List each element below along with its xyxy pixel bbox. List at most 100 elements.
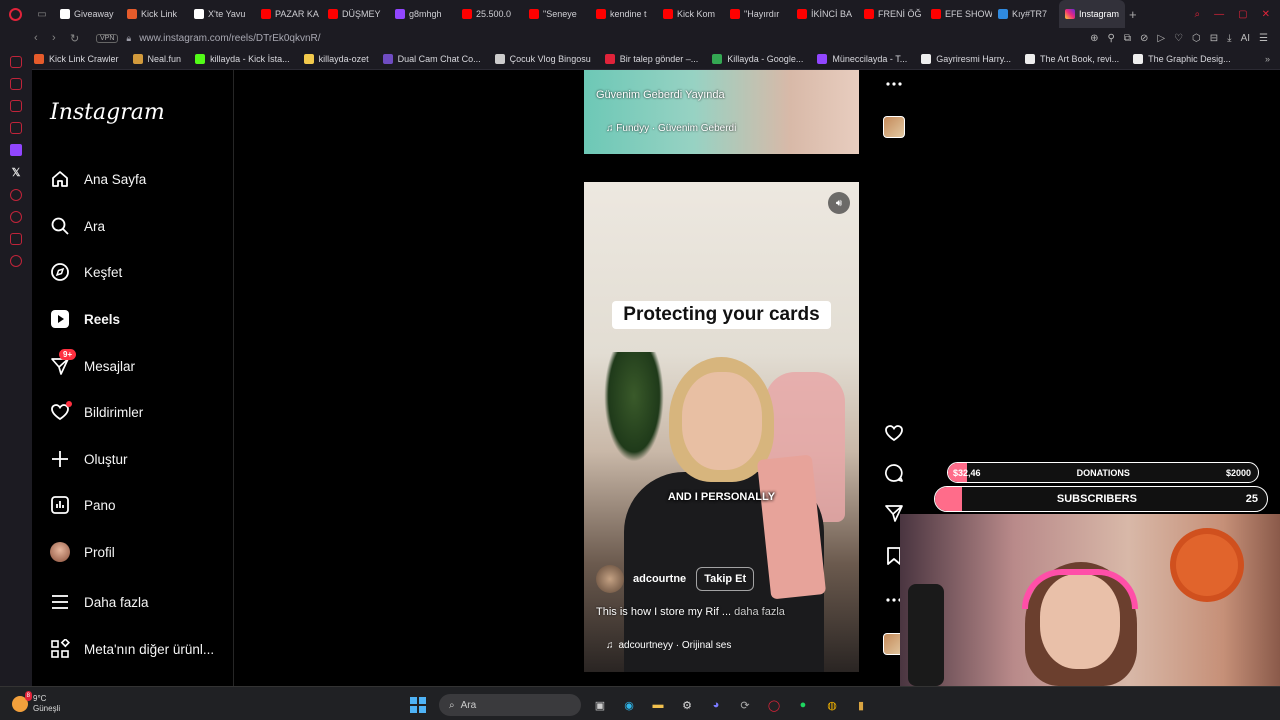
browser-tab[interactable]: kendine t bbox=[590, 0, 657, 28]
nav-reels[interactable]: Reels bbox=[50, 304, 120, 334]
lock-icon[interactable]: 🔒︎ bbox=[126, 33, 131, 44]
browser-tab[interactable]: Kick Link bbox=[121, 0, 188, 28]
snapshot-icon[interactable]: ⧉ bbox=[1124, 33, 1131, 44]
tab-instagram[interactable]: Instagram bbox=[1059, 0, 1126, 28]
browser-tab[interactable]: EFE SHOW bbox=[925, 0, 992, 28]
edge-icon[interactable]: ◉ bbox=[619, 695, 639, 715]
zoom-icon[interactable]: ⊕ bbox=[1090, 33, 1098, 44]
adblock-icon[interactable]: ⊘ bbox=[1140, 33, 1148, 44]
pinboard-sidebar-icon[interactable] bbox=[10, 233, 22, 245]
file-explorer-icon[interactable]: ▬ bbox=[648, 695, 668, 715]
audio-thumbnail[interactable] bbox=[882, 115, 906, 139]
nav-dashboard[interactable]: Pano bbox=[50, 490, 116, 520]
browser-tab[interactable]: Kıy#TR7 bbox=[992, 0, 1059, 28]
aria-ai-button[interactable]: AI bbox=[1241, 33, 1250, 44]
bookmark-item[interactable]: Dual Cam Chat Co... bbox=[382, 53, 481, 64]
more-bookmarks-icon[interactable]: » bbox=[1265, 54, 1270, 64]
browser-tab[interactable]: Giveaway bbox=[54, 0, 121, 28]
speed-dial-icon[interactable] bbox=[10, 56, 22, 68]
wallet-icon[interactable]: ⊟ bbox=[1210, 33, 1218, 44]
comment-icon[interactable] bbox=[882, 461, 906, 485]
mail-sidebar-icon[interactable] bbox=[10, 122, 22, 134]
easy-setup-icon[interactable]: ☰ bbox=[1259, 33, 1268, 44]
player-sidebar-icon[interactable] bbox=[10, 189, 22, 201]
more-link[interactable]: daha fazla bbox=[734, 606, 785, 618]
previous-reel[interactable]: Güvenim Geberdi Yayında ♫ Fundyy · Güven… bbox=[584, 70, 859, 154]
instagram-logo[interactable]: Instagram bbox=[50, 100, 165, 125]
settings-sidebar-icon[interactable] bbox=[10, 255, 22, 267]
extensions-icon[interactable]: ⬡ bbox=[1192, 33, 1201, 44]
author-avatar[interactable] bbox=[596, 565, 624, 593]
nav-search[interactable]: Ara bbox=[50, 211, 105, 241]
nav-home[interactable]: Ana Sayfa bbox=[50, 164, 146, 194]
opera-logo-icon[interactable] bbox=[0, 0, 30, 28]
reel-music[interactable]: ♫ adcourtneyy · Orijinal ses bbox=[606, 640, 731, 651]
nav-explore[interactable]: Keşfet bbox=[50, 257, 122, 287]
twitch-sidebar-icon[interactable] bbox=[10, 144, 22, 156]
browser-tab[interactable]: g8mhgh bbox=[389, 0, 456, 28]
taskbar-search[interactable]: ⌕ Ara bbox=[439, 694, 581, 716]
browser-tab[interactable]: X'te Yavu bbox=[188, 0, 255, 28]
task-view-icon[interactable]: ▣ bbox=[590, 695, 610, 715]
nav-more[interactable]: Daha fazla bbox=[50, 587, 149, 617]
app-icon[interactable]: ⟳ bbox=[735, 695, 755, 715]
nav-notifications[interactable]: Bildirimler bbox=[50, 397, 143, 427]
nav-profile[interactable]: Profil bbox=[50, 537, 115, 567]
browser-tab[interactable]: Kick Kom bbox=[657, 0, 724, 28]
settings-icon[interactable]: ⚙ bbox=[677, 695, 697, 715]
follow-button[interactable]: Takip Et bbox=[696, 567, 755, 591]
back-icon[interactable]: ‹ bbox=[34, 32, 52, 44]
play-icon[interactable]: ▷ bbox=[1157, 33, 1165, 44]
nav-messages[interactable]: 9+ Mesajlar bbox=[50, 349, 135, 381]
reel-video[interactable]: 🔊︎ Protecting your cards AND I PERSONALL… bbox=[584, 182, 859, 672]
app-icon[interactable]: ▮ bbox=[851, 695, 871, 715]
bookmark-item[interactable]: Neal.fun bbox=[132, 53, 181, 64]
x-sidebar-icon[interactable]: 𝕏 bbox=[12, 166, 21, 179]
search-tabs-icon[interactable]: ⌕ bbox=[1195, 9, 1201, 20]
reload-icon[interactable]: ↻ bbox=[70, 32, 88, 45]
browser-tab[interactable]: FRENİ ÖĞ bbox=[858, 0, 925, 28]
bookmark-item[interactable]: Çocuk Vlog Bingosu bbox=[494, 53, 591, 64]
forward-icon[interactable]: › bbox=[52, 32, 70, 44]
maximize-button[interactable]: ▢ bbox=[1238, 9, 1247, 20]
browser-tab[interactable]: İKİNCİ BA bbox=[791, 0, 858, 28]
bookmark-item[interactable]: The Graphic Desig... bbox=[1133, 53, 1231, 64]
browser-tab[interactable]: "Seneye bbox=[523, 0, 590, 28]
download-icon[interactable]: ⤓ bbox=[1227, 33, 1231, 44]
vpn-badge[interactable]: VPN bbox=[96, 33, 119, 43]
start-button[interactable] bbox=[410, 697, 426, 713]
browser-tab[interactable]: 25.500.0 bbox=[456, 0, 523, 28]
history-sidebar-icon[interactable] bbox=[10, 211, 22, 223]
spotify-icon[interactable]: ● bbox=[793, 695, 813, 715]
bookmark-item[interactable]: killayda - Kick İsta... bbox=[195, 53, 290, 64]
weather-widget[interactable]: 8 9°C Güneşli bbox=[12, 690, 60, 714]
url-field[interactable]: www.instagram.com/reels/DTrEk0qkvnR/ bbox=[139, 33, 320, 44]
nav-meta-apps[interactable]: Meta'nın diğer ürünl... bbox=[50, 634, 214, 664]
chrome-icon[interactable]: ◍ bbox=[822, 695, 842, 715]
new-tab-button[interactable]: + bbox=[1129, 7, 1137, 22]
nav-create[interactable]: Oluştur bbox=[50, 444, 128, 474]
bookmark-item[interactable]: Müneccilayda - T... bbox=[817, 53, 907, 64]
sound-toggle-button[interactable]: 🔊︎ bbox=[828, 192, 850, 214]
bookmark-item[interactable]: Kick Link Crawler bbox=[34, 53, 119, 64]
more-options-icon[interactable] bbox=[882, 72, 906, 96]
browser-tab[interactable]: "Hayırdır bbox=[724, 0, 791, 28]
close-button[interactable]: ✕ bbox=[1262, 9, 1270, 20]
bookmark-item[interactable]: Gayriresmi Harry... bbox=[921, 53, 1011, 64]
author-username[interactable]: adcourtne bbox=[633, 573, 686, 585]
pin-icon[interactable]: ⚲ bbox=[1108, 33, 1115, 44]
browser-tab[interactable]: PAZAR KA bbox=[255, 0, 322, 28]
bookmark-item[interactable]: Killayda - Google... bbox=[712, 53, 803, 64]
tab-overview-icon[interactable]: ▭ bbox=[30, 9, 54, 20]
browser-tab[interactable]: DÜŞMEY bbox=[322, 0, 389, 28]
like-icon[interactable] bbox=[882, 421, 906, 445]
previous-reel-music[interactable]: ♫ Fundyy · Güvenim Geberdi bbox=[606, 123, 736, 134]
bookmark-item[interactable]: Bir talep gönder –... bbox=[604, 53, 698, 64]
instagram-sidebar-icon[interactable] bbox=[10, 78, 22, 90]
messenger-sidebar-icon[interactable] bbox=[10, 100, 22, 112]
bookmark-item[interactable]: The Art Book, revi... bbox=[1025, 53, 1119, 64]
minimize-button[interactable]: — bbox=[1214, 9, 1224, 20]
opera-icon[interactable]: ◯ bbox=[764, 695, 784, 715]
bookmark-item[interactable]: killayda-ozet bbox=[303, 53, 369, 64]
bookmark-heart-icon[interactable]: ♡ bbox=[1174, 33, 1183, 44]
